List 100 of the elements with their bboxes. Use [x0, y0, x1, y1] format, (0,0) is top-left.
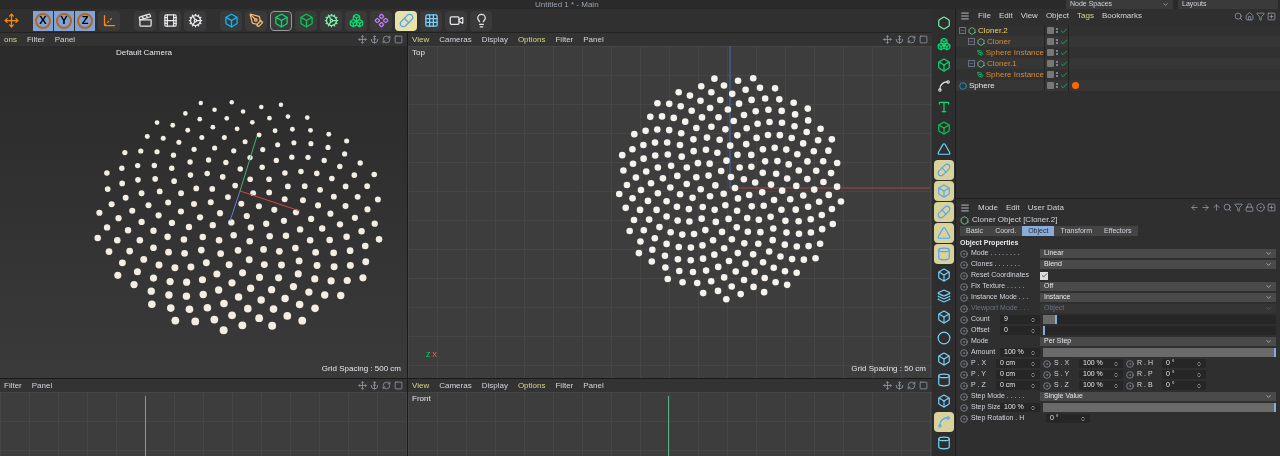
object-name[interactable]: Cloner.2 [978, 24, 1008, 37]
menu-item[interactable]: Panel [54, 33, 76, 46]
move-icon[interactable] [358, 381, 367, 390]
slider-track[interactable] [1043, 326, 1276, 335]
up-icon[interactable] [1212, 203, 1221, 212]
filter-icon[interactable] [1234, 203, 1243, 212]
search-icon[interactable] [1223, 203, 1232, 212]
move-icon[interactable] [358, 35, 367, 44]
rotate-icon[interactable] [907, 381, 916, 390]
axis-toggle[interactable]: X [33, 10, 53, 31]
axis-icon[interactable] [98, 10, 120, 31]
clapperboard-icon[interactable] [134, 10, 156, 31]
menu-item[interactable]: View [1020, 10, 1038, 22]
cube-icon[interactable] [220, 10, 242, 31]
menu-item[interactable]: Object [1045, 10, 1069, 22]
spinner-icon[interactable] [1113, 371, 1119, 378]
object-name[interactable]: Sphere Instance [985, 68, 1044, 81]
lock-icon[interactable] [1245, 203, 1254, 212]
spinner-icon[interactable] [1030, 382, 1036, 389]
settings-icon[interactable] [184, 10, 206, 31]
menu-item[interactable]: Panel [31, 379, 53, 392]
menu-icon[interactable] [960, 11, 970, 21]
cube-icon[interactable] [270, 10, 292, 31]
spinner-icon[interactable] [1196, 371, 1202, 378]
maximize-icon[interactable] [394, 381, 403, 390]
spinner-icon[interactable] [1030, 327, 1036, 334]
back-icon[interactable] [1190, 203, 1199, 212]
target-icon[interactable] [1256, 203, 1265, 212]
axis-toggle[interactable]: Y [54, 10, 74, 31]
menu-item[interactable]: Bookmarks [1101, 10, 1142, 22]
rotate-icon[interactable] [382, 35, 391, 44]
anchor-icon[interactable] [370, 35, 379, 44]
caret-icon[interactable] [1265, 338, 1272, 345]
maximize-icon[interactable] [394, 35, 403, 44]
menu-item[interactable]: Display [481, 379, 508, 392]
menu-item[interactable]: Cameras [439, 379, 472, 392]
checkbox[interactable] [1040, 271, 1048, 280]
spinner-icon[interactable] [1080, 415, 1086, 422]
new-window-icon[interactable] [1267, 11, 1276, 21]
spinner-icon[interactable] [1113, 382, 1119, 389]
move-icon[interactable] [883, 381, 892, 390]
spinner-icon[interactable] [1030, 349, 1036, 356]
menu-item[interactable]: Filter [555, 379, 574, 392]
cube-icon[interactable] [295, 10, 317, 31]
filter-icon[interactable] [1256, 11, 1265, 21]
spinner-icon[interactable] [1113, 360, 1119, 367]
collapse-icon[interactable] [968, 60, 975, 67]
cube-icon[interactable] [933, 181, 954, 201]
spinner-icon[interactable] [1030, 316, 1036, 323]
spinner-icon[interactable] [1196, 382, 1202, 389]
menu-item[interactable]: View [412, 33, 430, 46]
menu-item[interactable]: Edit [1006, 201, 1020, 214]
maximize-icon[interactable] [919, 35, 928, 44]
cone-icon[interactable] [933, 223, 954, 243]
slider-thumb[interactable] [1054, 315, 1057, 324]
menu-item[interactable]: View [412, 379, 430, 392]
capsule-icon[interactable] [933, 160, 954, 180]
rotate-icon[interactable] [382, 381, 391, 390]
maximize-icon[interactable] [919, 381, 928, 390]
forward-icon[interactable] [1201, 203, 1210, 212]
spinner-icon[interactable] [1030, 404, 1036, 411]
new-window-icon[interactable] [1267, 203, 1276, 212]
menu-icon[interactable] [960, 202, 970, 213]
search-icon[interactable] [1234, 11, 1243, 21]
collapse-icon[interactable] [968, 38, 975, 45]
floor-icon[interactable] [420, 10, 442, 31]
menu-item[interactable]: File [978, 10, 991, 22]
menu-item[interactable]: Filter [26, 33, 45, 46]
menu-item[interactable]: Options [517, 379, 546, 392]
menu-item[interactable]: Filter [555, 33, 574, 46]
object-name[interactable]: Cloner [987, 35, 1011, 48]
menu-item[interactable]: Panel [583, 379, 604, 392]
cubes-icon[interactable] [345, 10, 367, 31]
axis-toggle[interactable]: Z [75, 10, 95, 31]
menu-item[interactable]: User Data [1027, 201, 1064, 214]
menu-item[interactable]: Cameras [439, 33, 472, 46]
menu-item[interactable]: Edit [998, 10, 1013, 22]
capsule-icon[interactable] [933, 202, 954, 222]
camera-icon[interactable] [445, 10, 467, 31]
menu-item[interactable]: Tags [1077, 10, 1094, 22]
anchor-icon[interactable] [895, 381, 904, 390]
menu-item[interactable]: Panel [583, 33, 604, 46]
slider-track[interactable] [1043, 403, 1276, 412]
object-name[interactable]: Sphere Instance [985, 46, 1044, 59]
rotate-icon[interactable] [907, 35, 916, 44]
anchor-icon[interactable] [370, 381, 379, 390]
spinner-icon[interactable] [1030, 360, 1036, 367]
anchor-icon[interactable] [895, 35, 904, 44]
caret-icon[interactable] [1162, 1, 1169, 8]
spinner-icon[interactable] [1030, 371, 1036, 378]
lightbulb-icon[interactable] [470, 10, 492, 31]
menu-item[interactable]: Options [517, 33, 546, 46]
menu-item[interactable]: Mode [978, 201, 998, 214]
tag-icon[interactable] [1072, 82, 1079, 89]
object-name[interactable]: Sphere [969, 79, 995, 92]
film-icon[interactable] [159, 10, 181, 31]
menu-item[interactable]: ons [4, 33, 17, 46]
slider-track[interactable] [1043, 348, 1276, 357]
caret-icon[interactable] [1265, 393, 1272, 400]
collapse-icon[interactable] [959, 27, 966, 34]
